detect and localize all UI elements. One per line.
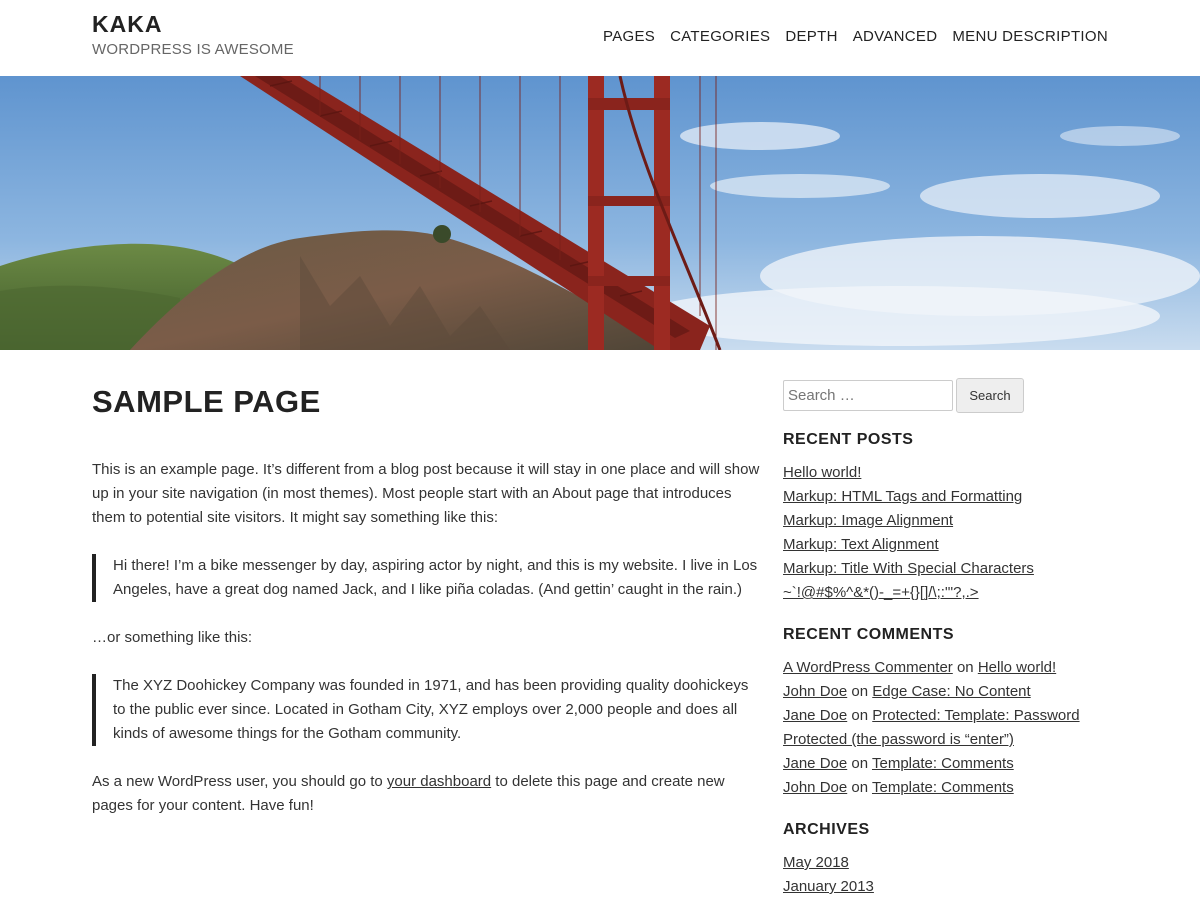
widget-recent-comments: RECENT COMMENTS A WordPress Commenter on…: [783, 625, 1113, 800]
site-title[interactable]: KAKA: [92, 11, 162, 38]
comment-connector: on: [851, 707, 869, 724]
page-title: SAMPLE PAGE: [92, 384, 321, 419]
comment-author-link[interactable]: Jane Doe: [783, 707, 847, 724]
list-item: A WordPress Commenter on Hello world!: [783, 656, 1113, 680]
list-item: Hello world!: [783, 461, 1113, 485]
nav-item-pages[interactable]: PAGES: [603, 28, 655, 45]
widget-recent-posts: RECENT POSTS Hello world! Markup: HTML T…: [783, 430, 1113, 605]
list-item: Markup: Text Alignment: [783, 533, 1113, 557]
list-item: Markup: Image Alignment: [783, 509, 1113, 533]
comment-author-link[interactable]: John Doe: [783, 683, 847, 700]
recent-post-link[interactable]: Markup: Title With Special Characters ~`…: [783, 560, 1034, 601]
list-item: Jane Doe on Protected: Template: Passwor…: [783, 704, 1113, 752]
intro-paragraph: This is an example page. It’s different …: [92, 461, 760, 526]
main-content: SAMPLE PAGE This is an example page. It’…: [92, 380, 762, 842]
comment-connector: on: [851, 755, 869, 772]
blockquote-text: Hi there! I’m a bike messenger by day, a…: [113, 557, 758, 598]
middle-paragraph: …or something like this:: [92, 629, 253, 646]
comment-post-link[interactable]: Hello world!: [978, 659, 1056, 676]
recent-comments-list: A WordPress Commenter on Hello world! Jo…: [783, 656, 1113, 800]
recent-post-link[interactable]: Markup: Text Alignment: [783, 536, 939, 553]
comment-author-link[interactable]: Jane Doe: [783, 755, 847, 772]
blockquote-text: The XYZ Doohickey Company was founded in…: [113, 677, 749, 742]
outro-text-before: As a new WordPress user, you should go t…: [92, 773, 387, 790]
archives-list: May 2018 January 2013: [783, 851, 1113, 899]
golden-gate-bridge-image: [0, 76, 1200, 350]
widget-title-recent-comments: RECENT COMMENTS: [783, 626, 955, 643]
search-button[interactable]: Search: [956, 378, 1024, 413]
main-navigation: PAGES CATEGORIES DEPTH ADVANCED MENU DES…: [603, 28, 1108, 45]
list-item: Markup: Title With Special Characters ~`…: [783, 557, 1113, 605]
comment-post-link[interactable]: Template: Comments: [872, 755, 1014, 772]
comment-connector: on: [956, 659, 974, 676]
search-input[interactable]: [783, 380, 953, 411]
header-image: [0, 76, 1200, 350]
site-tagline: WORDPRESS IS AWESOME: [92, 41, 294, 58]
widget-title-recent-posts: RECENT POSTS: [783, 431, 914, 448]
recent-post-link[interactable]: Hello world!: [783, 464, 861, 481]
comment-post-link[interactable]: Template: Comments: [872, 779, 1014, 796]
archive-link[interactable]: January 2013: [783, 878, 874, 895]
list-item: January 2013: [783, 875, 1113, 899]
nav-item-depth[interactable]: DEPTH: [785, 28, 837, 45]
list-item: Jane Doe on Template: Comments: [783, 752, 1113, 776]
widget-archives: ARCHIVES May 2018 January 2013: [783, 820, 1113, 899]
comment-connector: on: [851, 779, 869, 796]
recent-posts-list: Hello world! Markup: HTML Tags and Forma…: [783, 461, 1113, 605]
nav-item-categories[interactable]: CATEGORIES: [670, 28, 770, 45]
nav-item-menu-description[interactable]: MENU DESCRIPTION: [952, 28, 1108, 45]
search-form: Search: [783, 378, 1113, 413]
blockquote-doohickey: The XYZ Doohickey Company was founded in…: [92, 674, 762, 746]
list-item: May 2018: [783, 851, 1113, 875]
widget-title-archives: ARCHIVES: [783, 821, 870, 838]
outro-paragraph: As a new WordPress user, you should go t…: [92, 770, 762, 818]
list-item: John Doe on Edge Case: No Content: [783, 680, 1113, 704]
comment-connector: on: [851, 683, 869, 700]
site-header: KAKA WORDPRESS IS AWESOME PAGES CATEGORI…: [0, 0, 1200, 76]
blockquote-bike-messenger: Hi there! I’m a bike messenger by day, a…: [92, 554, 762, 602]
comment-author-link[interactable]: A WordPress Commenter: [783, 659, 953, 676]
list-item: Markup: HTML Tags and Formatting: [783, 485, 1113, 509]
list-item: John Doe on Template: Comments: [783, 776, 1113, 800]
page-body: This is an example page. It’s different …: [92, 458, 762, 818]
recent-post-link[interactable]: Markup: Image Alignment: [783, 512, 953, 529]
sidebar: Search RECENT POSTS Hello world! Markup:…: [783, 378, 1113, 899]
archive-link[interactable]: May 2018: [783, 854, 849, 871]
nav-item-advanced[interactable]: ADVANCED: [853, 28, 938, 45]
comment-post-link[interactable]: Edge Case: No Content: [872, 683, 1030, 700]
recent-post-link[interactable]: Markup: HTML Tags and Formatting: [783, 488, 1022, 505]
dashboard-link[interactable]: your dashboard: [387, 773, 491, 790]
comment-author-link[interactable]: John Doe: [783, 779, 847, 796]
